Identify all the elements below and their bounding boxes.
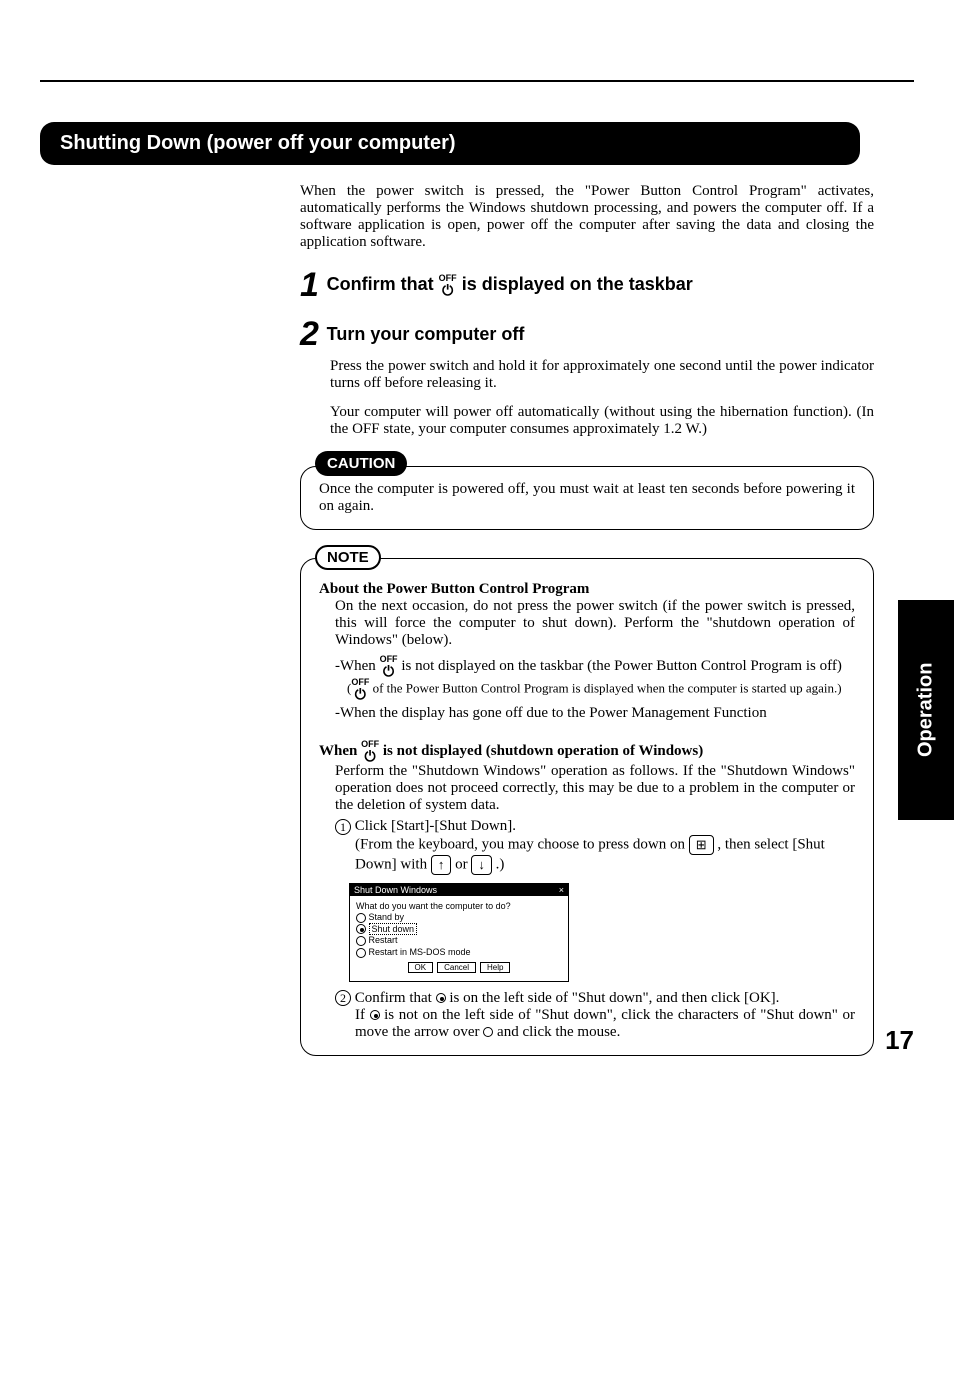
note-step-1: 1 Click [Start]-[Shut Down]. (From the k…: [335, 818, 855, 875]
step-1-title-post: is displayed on the taskbar: [462, 274, 693, 294]
power-off-icon: OFF ⏻: [351, 678, 369, 701]
content-area: When the power switch is pressed, the "P…: [300, 183, 874, 1056]
intro-paragraph: When the power switch is pressed, the "P…: [300, 183, 874, 251]
note-p2: -When OFF ⏻ is not displayed on the task…: [335, 655, 855, 678]
note-li2b-pre: If: [355, 1007, 370, 1023]
circled-1-icon: 1: [335, 819, 351, 835]
radio-icon: [356, 936, 366, 946]
caution-box: CAUTION Once the computer is powered off…: [300, 466, 874, 530]
radio-icon: [483, 1027, 493, 1037]
step-2-title: Turn your computer off: [327, 324, 525, 344]
note-li1-text: Click [Start]-[Shut Down].: [355, 818, 516, 834]
note-p2-pre: -When: [335, 658, 380, 674]
note-h2-pre: When: [319, 743, 361, 759]
dialog-opt2-label: Shut down: [369, 923, 418, 935]
radio-selected-icon: [370, 1010, 380, 1020]
dialog-title-text: Shut Down Windows: [354, 885, 437, 895]
dialog-opt3-label: Restart: [369, 935, 398, 945]
note-li2-pre: Confirm that: [355, 990, 436, 1006]
dialog-opt-standby[interactable]: Stand by: [356, 912, 562, 923]
step-1-title-pre: Confirm that: [327, 274, 439, 294]
circled-2-icon: 2: [335, 990, 351, 1006]
power-glyph: ⏻: [361, 749, 379, 763]
dialog-opt4-label: Restart in MS-DOS mode: [369, 947, 471, 957]
note-box: NOTE About the Power Button Control Prog…: [300, 558, 874, 1056]
dialog-close-icon[interactable]: ×: [559, 885, 564, 895]
up-arrow-key-icon: ↑: [431, 855, 452, 875]
power-glyph: ⏻: [351, 687, 369, 701]
note-p3: -When the display has gone off due to th…: [335, 705, 855, 722]
dialog-prompt: What do you want the computer to do?: [356, 901, 562, 911]
note-heading-2: When OFF ⏻ is not displayed (shutdown op…: [319, 740, 855, 763]
note-li1a-or: or: [455, 856, 471, 872]
dialog-help-button[interactable]: Help: [480, 962, 510, 973]
radio-icon: [356, 913, 366, 923]
shutdown-dialog: Shut Down Windows × What do you want the…: [349, 883, 569, 982]
step-1-number: 1: [300, 266, 319, 305]
caution-label: CAUTION: [315, 451, 407, 476]
step-2-number: 2: [300, 315, 319, 354]
step-2: 2 Turn your computer off Press the power…: [300, 315, 874, 438]
power-off-icon: OFF ⏻: [439, 274, 457, 297]
note-li1a-end: .): [496, 856, 505, 872]
step-1: 1 Confirm that OFF ⏻ is displayed on the…: [300, 266, 874, 305]
note-li2-sub: If is not on the left side of "Shut down…: [355, 1007, 855, 1041]
dialog-cancel-button[interactable]: Cancel: [437, 962, 476, 973]
power-glyph: ⏻: [439, 283, 457, 297]
section-header: Shutting Down (power off your computer): [40, 122, 860, 165]
dialog-opt-shutdown[interactable]: Shut down: [356, 924, 562, 935]
power-off-icon: OFF ⏻: [380, 655, 398, 678]
radio-selected-icon: [436, 993, 446, 1003]
caution-text: Once the computer is powered off, you mu…: [319, 481, 855, 515]
note-li2b-end: and click the mouse.: [497, 1024, 620, 1040]
note-p1: On the next occasion, do not press the p…: [335, 598, 855, 649]
note-p2-post: is not displayed on the taskbar (the Pow…: [401, 658, 842, 674]
windows-key-icon: ⊞: [689, 835, 714, 855]
side-tab-operation: Operation: [898, 600, 954, 820]
note-label: NOTE: [315, 545, 381, 570]
dialog-ok-button[interactable]: OK: [408, 962, 434, 973]
dialog-opt-dos[interactable]: Restart in MS-DOS mode: [356, 947, 562, 958]
page-number: 17: [885, 1025, 914, 1056]
note-li2-mid: is on the left side of "Shut down", and …: [449, 990, 779, 1006]
note-h2-post: is not displayed (shutdown operation of …: [383, 743, 703, 759]
dialog-opt1-label: Stand by: [369, 912, 405, 922]
dialog-titlebar: Shut Down Windows ×: [350, 884, 568, 896]
radio-selected-icon: [356, 924, 366, 934]
power-glyph: ⏻: [380, 664, 398, 678]
down-arrow-key-icon: ↓: [471, 855, 492, 875]
step-1-title: Confirm that OFF ⏻ is displayed on the t…: [327, 274, 693, 294]
note-p4: Perform the "Shutdown Windows" operation…: [335, 763, 855, 814]
note-li1-sub: (From the keyboard, you may choose to pr…: [355, 835, 855, 875]
step-2-body-2: Your computer will power off automatical…: [330, 404, 874, 438]
top-rule: [40, 80, 914, 82]
note-step-2: 2 Confirm that is on the left side of "S…: [335, 990, 855, 1041]
step-2-body-1: Press the power switch and hold it for a…: [330, 358, 874, 392]
note-li1a-pre: (From the keyboard, you may choose to pr…: [355, 836, 689, 852]
dialog-opt-restart[interactable]: Restart: [356, 935, 562, 946]
note-p2sub: ( OFF ⏻ of the Power Button Control Prog…: [347, 678, 855, 701]
radio-icon: [356, 948, 366, 958]
note-heading-1: About the Power Button Control Program: [319, 581, 855, 598]
power-off-icon: OFF ⏻: [361, 740, 379, 763]
note-p2sub-text: of the Power Button Control Program is d…: [369, 680, 841, 695]
